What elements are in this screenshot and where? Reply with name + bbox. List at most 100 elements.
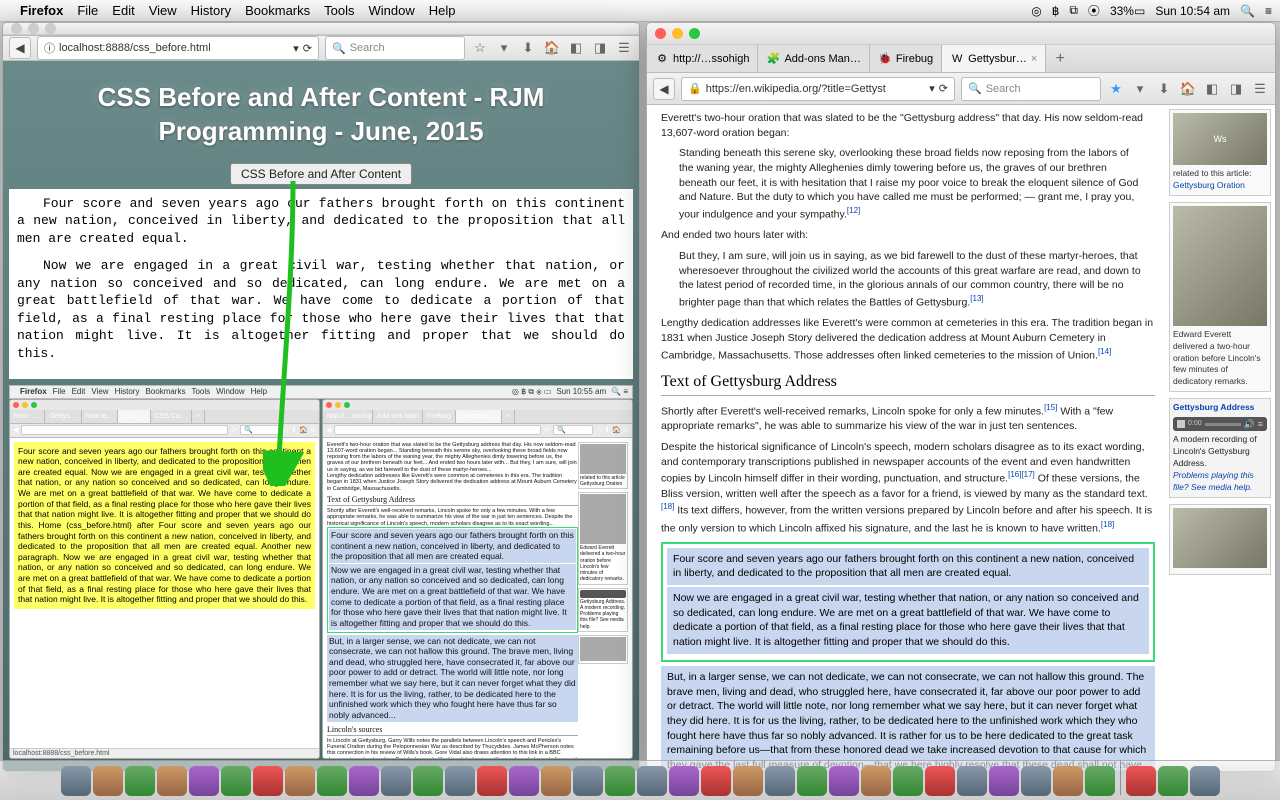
pocket-icon[interactable]: ▾ — [1131, 80, 1149, 98]
url-bar[interactable]: ⓘ localhost:8888/css_before.html ▾ ⟳ — [37, 36, 319, 60]
dock-app[interactable] — [445, 766, 475, 796]
back-button[interactable]: ◀ — [9, 37, 31, 59]
bookmark-star-icon[interactable]: ★ — [1107, 80, 1125, 98]
dock-app[interactable] — [957, 766, 987, 796]
dock-folder[interactable] — [1126, 766, 1156, 796]
tab-1[interactable]: 🧩Add-ons Man… — [758, 45, 869, 72]
dock-app[interactable] — [605, 766, 635, 796]
seek-bar[interactable] — [1205, 423, 1241, 426]
dock-app[interactable] — [381, 766, 411, 796]
ref-12[interactable]: [12] — [847, 206, 860, 215]
spotlight-icon[interactable]: 🔍 — [1240, 4, 1255, 18]
dock-app[interactable] — [413, 766, 443, 796]
dock-app[interactable] — [253, 766, 283, 796]
notification-center-icon[interactable]: ≡ — [1265, 4, 1272, 18]
ref-16[interactable]: [16] — [1008, 470, 1021, 479]
dock-app[interactable] — [317, 766, 347, 796]
dock-finder[interactable] — [61, 766, 91, 796]
zoom-button[interactable] — [689, 28, 700, 39]
home-icon[interactable]: 🏠 — [1179, 80, 1197, 98]
battery-status[interactable]: 33% ▭ — [1110, 4, 1145, 18]
menu-tools[interactable]: Tools — [324, 3, 354, 18]
dock-app[interactable] — [925, 766, 955, 796]
ref-18b[interactable]: [18] — [1101, 520, 1114, 529]
dock-app[interactable] — [221, 766, 251, 796]
lock-icon[interactable]: 🔒 — [688, 82, 702, 95]
dock-app[interactable] — [701, 766, 731, 796]
downloads-icon[interactable]: ⬇ — [519, 39, 537, 57]
menu-history[interactable]: History — [191, 3, 231, 18]
new-tab-button[interactable]: + — [1046, 45, 1074, 72]
titlebar[interactable] — [647, 23, 1275, 45]
dock-app[interactable] — [573, 766, 603, 796]
dock-app[interactable] — [1021, 766, 1051, 796]
menu-help[interactable]: Help — [429, 3, 456, 18]
sidebar-icon[interactable]: ◨ — [1227, 80, 1245, 98]
dock-app[interactable] — [733, 766, 763, 796]
dock-app[interactable] — [797, 766, 827, 796]
ref-14[interactable]: [14] — [1098, 347, 1111, 356]
close-button[interactable] — [655, 28, 666, 39]
menu-view[interactable]: View — [149, 3, 177, 18]
manuscript-image[interactable] — [1173, 508, 1267, 568]
audio-controls[interactable]: 0:00 🔊 ≡ — [1173, 417, 1267, 431]
wifi-icon[interactable]: ⦿ — [1088, 2, 1100, 19]
zoom-button[interactable] — [45, 23, 56, 34]
audio-title-link[interactable]: Gettysburg Address — [1173, 402, 1254, 412]
menu-edit[interactable]: Edit — [112, 3, 134, 18]
dock-app[interactable] — [765, 766, 795, 796]
ref-17[interactable]: [17] — [1021, 470, 1034, 479]
search-bar[interactable]: 🔍 Search — [325, 36, 465, 60]
media-help-link[interactable]: Problems playing this file? See media he… — [1173, 470, 1254, 492]
menu-bookmarks[interactable]: Bookmarks — [245, 3, 310, 18]
hamburger-menu-icon[interactable]: ☰ — [615, 39, 633, 57]
dropdown-icon[interactable]: ▾ — [293, 42, 299, 55]
tab-3-active[interactable]: WGettysbur… × — [942, 45, 1046, 72]
content-button[interactable]: CSS Before and After Content — [230, 163, 412, 185]
dock-downloads[interactable] — [1158, 766, 1188, 796]
url-bar[interactable]: 🔒 https://en.wikipedia.org/?title=Gettys… — [681, 77, 955, 101]
dock-app[interactable] — [93, 766, 123, 796]
close-tab-icon[interactable]: × — [1031, 53, 1037, 65]
dropbox-icon[interactable]: ⧉ — [1069, 3, 1078, 18]
dock-trash[interactable] — [1190, 766, 1220, 796]
tab-0[interactable]: ⚙http://…ssohigh — [647, 45, 758, 72]
bitcoin-icon[interactable]: ฿ — [1052, 4, 1060, 18]
downloads-icon[interactable]: ⬇ — [1155, 80, 1173, 98]
sidebar-icon[interactable]: ◨ — [591, 39, 609, 57]
dock-app[interactable] — [861, 766, 891, 796]
ref-18[interactable]: [18] — [661, 502, 674, 511]
dropdown-icon[interactable]: ▾ — [929, 82, 935, 95]
dock-app[interactable] — [349, 766, 379, 796]
menu-icon[interactable]: ≡ — [1258, 418, 1263, 431]
status-icon[interactable]: ◎ — [1031, 4, 1041, 18]
feed-icon[interactable]: ◧ — [1203, 80, 1221, 98]
minimize-button[interactable] — [672, 28, 683, 39]
reload-icon[interactable]: ⟳ — [939, 82, 948, 95]
volume-icon[interactable]: 🔊 — [1244, 418, 1255, 431]
dock-app[interactable] — [509, 766, 539, 796]
home-icon[interactable]: 🏠 — [543, 39, 561, 57]
dock-app[interactable] — [669, 766, 699, 796]
everett-portrait[interactable] — [1173, 206, 1267, 326]
hamburger-menu-icon[interactable]: ☰ — [1251, 80, 1269, 98]
feed-icon[interactable]: ◧ — [567, 39, 585, 57]
pocket-icon[interactable]: ▾ — [495, 39, 513, 57]
search-bar[interactable]: 🔍 Search — [961, 77, 1101, 101]
dock-app[interactable] — [189, 766, 219, 796]
dock-app[interactable] — [637, 766, 667, 796]
ref-15[interactable]: [15] — [1044, 403, 1057, 412]
dock-app[interactable] — [477, 766, 507, 796]
dock-app[interactable] — [829, 766, 859, 796]
ref-13[interactable]: [13] — [970, 294, 983, 303]
bookmark-star-icon[interactable]: ☆ — [471, 39, 489, 57]
play-button-icon[interactable] — [1177, 420, 1185, 428]
dock-app[interactable] — [157, 766, 187, 796]
back-button[interactable]: ◀ — [653, 78, 675, 100]
clock[interactable]: Sun 10:54 am — [1155, 4, 1230, 18]
link-gettysburg-oration[interactable]: Gettysburg Oration — [1173, 180, 1245, 190]
info-icon[interactable]: ⓘ — [44, 40, 55, 56]
titlebar[interactable] — [3, 23, 639, 35]
minimize-button[interactable] — [28, 23, 39, 34]
close-button[interactable] — [11, 23, 22, 34]
